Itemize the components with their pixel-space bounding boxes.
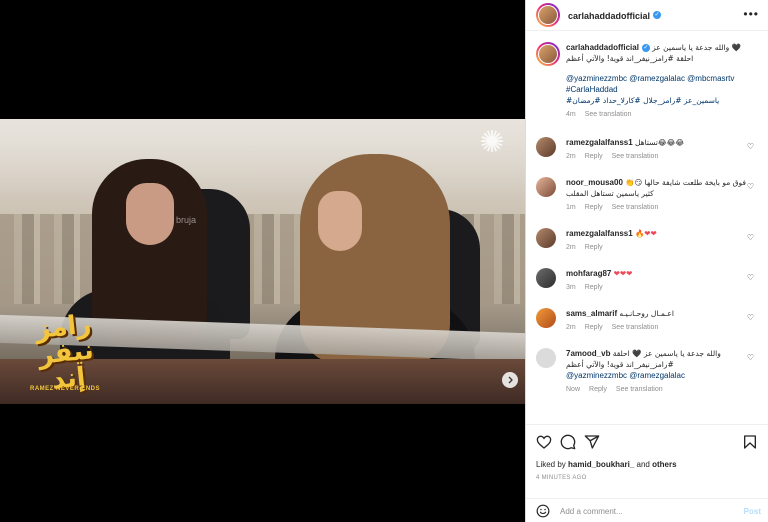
comment-time[interactable]: Now [566, 386, 580, 393]
heart-icon[interactable]: ♡ [746, 233, 755, 242]
liked-by-suffix: and [636, 460, 650, 469]
post-actions: Liked by hamid_boukhari_ and others 4 MI… [526, 424, 768, 522]
reply-button[interactable]: Reply [585, 244, 603, 251]
comment-time[interactable]: 1m [566, 204, 576, 211]
show-logo: رامز نيفر إند [33, 309, 96, 396]
comment-body: sams_almarif اعـمـال روحـانـيـه 2m Reply S… [566, 308, 748, 333]
more-options-icon[interactable]: ••• [743, 8, 759, 20]
comment-time[interactable]: 3m [566, 284, 576, 291]
background-watermark: bruja [176, 215, 197, 225]
comment-body: noor_mousa00 فوق مو بايخة طلعت شايفة حال… [566, 177, 748, 213]
comment-time[interactable]: 2m [566, 324, 576, 331]
post-header: carlahaddadofficial ✓ ••• [526, 0, 768, 31]
comment-mentions[interactable]: @yazminezzmbc @ramezgalalac [566, 370, 748, 381]
see-translation-button[interactable]: See translation [612, 204, 659, 211]
comment-time[interactable]: 2m [566, 244, 576, 251]
caption-line1: والله جدعة يا ياسمين عز 🖤 [652, 43, 741, 52]
comment-body: mohfarag87 ❤❤❤ 3m Reply [566, 268, 748, 293]
action-icons [536, 434, 758, 450]
caption-text: carlahaddadofficial ✓ والله جدعة يا ياسمي… [566, 42, 751, 120]
caption-mentions[interactable]: @yazminezzmbc @ramezgalalac @mbcmasrtv [566, 73, 751, 84]
reply-button[interactable]: Reply [585, 204, 603, 211]
post-photo[interactable]: bruja ✺ رامز نيفر إند RAMEZ NEVER ENDS [0, 119, 525, 404]
comment-username[interactable]: sams_almarif [566, 309, 617, 318]
share-icon[interactable] [584, 434, 600, 450]
comment-text: اعـمـال روحـانـيـه [619, 309, 674, 318]
heart-icon[interactable]: ♡ [746, 182, 755, 191]
post-side-panel: carlahaddadofficial ✓ ••• carlahaddadoffi… [525, 0, 768, 522]
comment-body: ramezgalalfanss1 تستاهل😂😂😂 2m Reply See tr… [566, 137, 748, 162]
avatar [539, 6, 557, 24]
comment-avatar[interactable] [536, 268, 556, 288]
comment-text: 🔥❤❤ [634, 229, 657, 238]
header-username-wrap: carlahaddadofficial ✓ [568, 6, 662, 24]
instagram-post-modal: bruja ✺ رامز نيفر إند RAMEZ NEVER ENDS c… [0, 0, 768, 522]
comment-avatar[interactable] [536, 137, 556, 157]
heart-icon[interactable]: ♡ [746, 273, 755, 282]
comment-body: ramezgalalfanss1 🔥❤❤ 2m Reply [566, 228, 748, 253]
likes-summary: Liked by hamid_boukhari_ and others [536, 460, 677, 469]
see-translation-button[interactable]: See translation [612, 153, 659, 160]
reply-button[interactable]: Reply [589, 386, 607, 393]
comment-icon[interactable] [560, 434, 576, 450]
heart-icon[interactable]: ♡ [746, 353, 755, 362]
caption-see-translation[interactable]: See translation [585, 111, 632, 118]
comment-username[interactable]: ramezgalalfanss1 [566, 229, 633, 238]
post-button[interactable]: Post [744, 507, 761, 516]
caption-tag1[interactable]: #CarlaHaddad [566, 84, 751, 95]
comment-username[interactable]: mohfarag87 [566, 269, 611, 278]
heart-icon[interactable] [536, 434, 552, 450]
reply-button[interactable]: Reply [585, 324, 603, 331]
liked-by-others[interactable]: others [652, 460, 676, 469]
woman-left-face [126, 183, 174, 245]
liked-by-prefix: Liked by [536, 460, 566, 469]
sky [0, 119, 525, 199]
comments-list[interactable]: carlahaddadofficial ✓ والله جدعة يا ياسمي… [526, 32, 768, 424]
comment-time[interactable]: 2m [566, 153, 576, 160]
comment-avatar[interactable] [536, 228, 556, 248]
comment-avatar[interactable] [536, 348, 556, 368]
story-ring[interactable] [536, 3, 560, 27]
woman-right-face [318, 191, 362, 251]
add-comment-input[interactable] [560, 506, 730, 516]
emoji-icon[interactable] [536, 504, 550, 518]
save-icon[interactable] [742, 434, 758, 450]
verified-badge-icon: ✓ [653, 10, 662, 19]
channel-logo-icon: ✺ [479, 126, 505, 159]
reply-button[interactable]: Reply [585, 284, 603, 291]
comment-text: ❤❤❤ [613, 269, 633, 278]
liked-by-user[interactable]: hamid_boukhari_ [568, 460, 634, 469]
post-timestamp[interactable]: 4 MINUTES AGO [536, 475, 587, 481]
header-username[interactable]: carlahaddadofficial [568, 11, 650, 21]
comment-username[interactable]: 7amood_vb [566, 349, 610, 358]
post-media-area: bruja ✺ رامز نيفر إند RAMEZ NEVER ENDS [0, 0, 525, 522]
caption-tag2[interactable]: #ياسمين_عز #رامز_جلال #كارلا_حداد #رمضان [566, 95, 751, 106]
comment-username[interactable]: noor_mousa00 [566, 178, 623, 187]
add-comment-bar: Post [526, 498, 768, 522]
caption-avatar [539, 45, 557, 63]
comment-text: تستاهل😂😂😂 [634, 138, 685, 147]
heart-icon[interactable]: ♡ [746, 313, 755, 322]
caption-time[interactable]: 4m [566, 111, 576, 118]
next-arrow-icon[interactable] [502, 372, 518, 388]
see-translation-button[interactable]: See translation [612, 324, 659, 331]
caption-story-ring[interactable] [536, 42, 560, 66]
comment-body: 7amood_vb والله جدعة يا ياسمين عز 🖤 احلق… [566, 348, 748, 395]
comment-username[interactable]: ramezgalalfanss1 [566, 138, 633, 147]
verified-badge-icon: ✓ [641, 43, 650, 52]
caption-line2: احلقة #رامز_نيفر_اند قوية! والآتي أعظم [566, 54, 694, 63]
reply-button[interactable]: Reply [585, 153, 603, 160]
comment-avatar[interactable] [536, 177, 556, 197]
caption-username[interactable]: carlahaddadofficial [566, 43, 639, 52]
comment-avatar[interactable] [536, 308, 556, 328]
show-logo-subtitle: RAMEZ NEVER ENDS [30, 386, 101, 392]
see-translation-button[interactable]: See translation [616, 386, 663, 393]
heart-icon[interactable]: ♡ [746, 142, 755, 151]
